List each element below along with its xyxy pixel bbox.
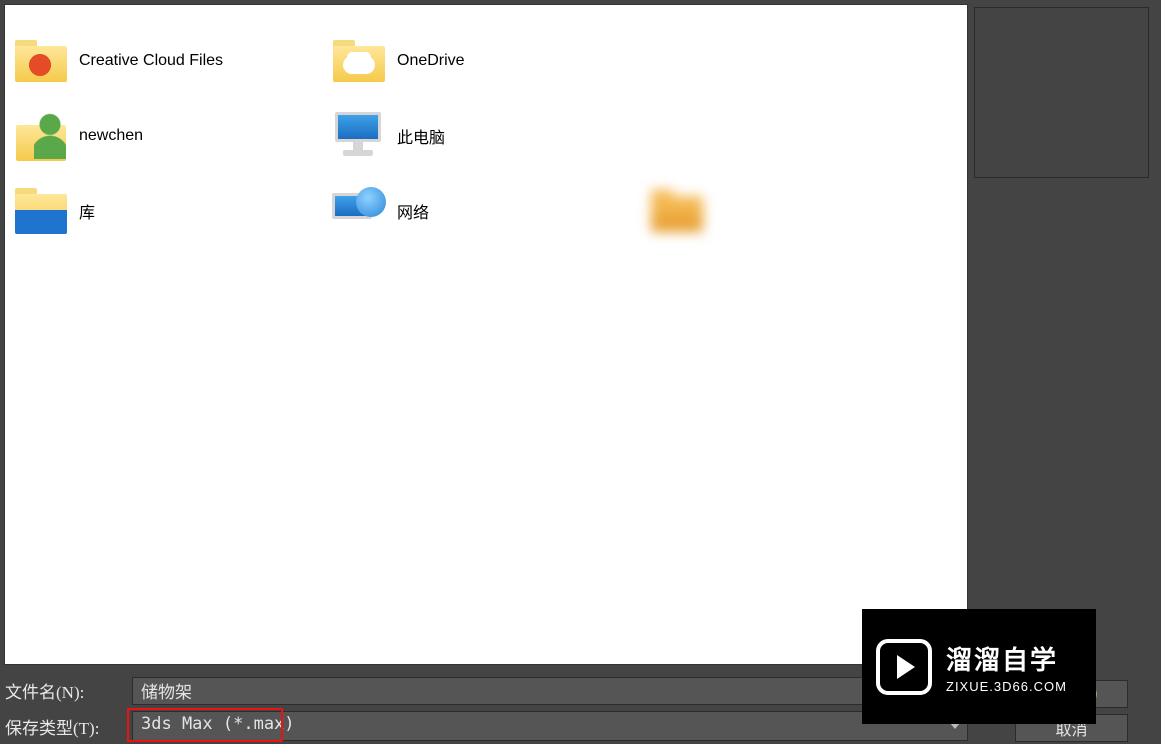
- user-folder-icon: [11, 108, 71, 163]
- play-logo-icon: [876, 639, 932, 695]
- file-item-blurred[interactable]: [647, 173, 797, 248]
- file-item-onedrive[interactable]: OneDrive: [329, 23, 647, 98]
- file-item-label: newchen: [79, 127, 143, 145]
- file-item-libraries[interactable]: 库: [11, 173, 329, 248]
- filename-label: 文件名(N):: [0, 678, 122, 703]
- filetype-label: 保存类型(T):: [0, 714, 122, 739]
- watermark: 溜溜自学 ZIXUE.3D66.COM: [862, 609, 1096, 724]
- folder-icon: [647, 183, 707, 238]
- network-icon: [329, 183, 389, 238]
- file-item-network[interactable]: 网络: [329, 173, 647, 248]
- file-item-this-pc[interactable]: 此电脑: [329, 98, 647, 173]
- filename-input[interactable]: [132, 677, 968, 705]
- file-item-label: OneDrive: [397, 52, 465, 70]
- libraries-icon: [11, 183, 71, 238]
- watermark-url: ZIXUE.3D66.COM: [946, 679, 1067, 694]
- file-list-pane[interactable]: Creative Cloud Files OneDrive newchen 此电…: [4, 4, 968, 665]
- file-item-label: 网络: [397, 199, 429, 223]
- onedrive-folder-icon: [329, 33, 389, 88]
- file-item-user-folder[interactable]: newchen: [11, 98, 329, 173]
- filetype-select[interactable]: 3ds Max (*.max): [132, 711, 968, 741]
- file-item-label: Creative Cloud Files: [79, 52, 223, 70]
- file-item-label: 此电脑: [397, 124, 445, 148]
- preview-pane: [974, 7, 1149, 178]
- creative-cloud-folder-icon: [11, 33, 71, 88]
- watermark-brand: 溜溜自学: [946, 640, 1067, 677]
- this-pc-icon: [329, 108, 389, 163]
- file-item-label: 库: [79, 199, 95, 223]
- file-item-creative-cloud[interactable]: Creative Cloud Files: [11, 23, 329, 98]
